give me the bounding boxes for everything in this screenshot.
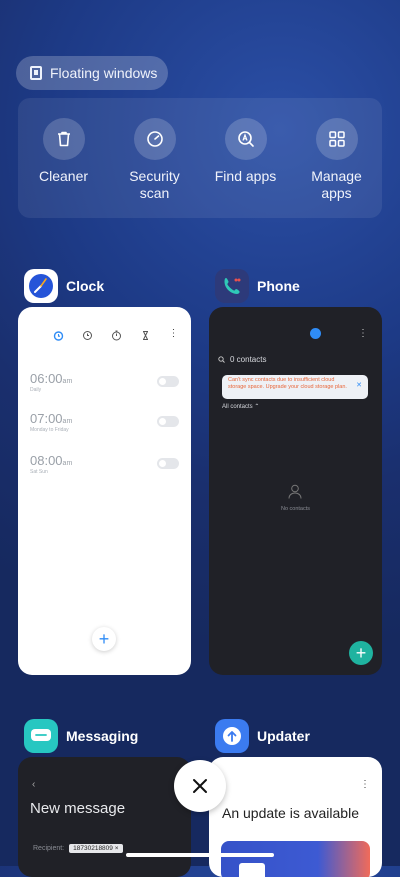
all-contacts-filter[interactable]: All contacts ⌃: [222, 403, 259, 410]
manage-apps-button[interactable]: Manage apps: [293, 98, 381, 218]
phone-app-icon: [215, 269, 249, 303]
clock-app-icon: [24, 269, 58, 303]
shield-scan-icon: [133, 118, 176, 160]
find-apps-icon: [224, 118, 267, 160]
messaging-app-card[interactable]: ‹ New message Recipient: 18730218809 ×: [18, 757, 191, 877]
alarm-row[interactable]: 06:00am Daily: [30, 371, 72, 393]
phone-app-name: Phone: [257, 278, 300, 294]
grid-icon: [315, 118, 358, 160]
floating-windows-label: Floating windows: [50, 65, 158, 81]
updater-app-card[interactable]: ⋮ An update is available: [209, 757, 382, 877]
manage-apps-label: Manage apps: [311, 168, 362, 201]
empty-contacts-text: No contacts: [280, 506, 311, 512]
recipient-chip[interactable]: 18730218809 ×: [69, 844, 123, 853]
messaging-app-name: Messaging: [66, 728, 139, 744]
sync-warning-banner: Can't sync contacts due to insufficient …: [222, 375, 368, 399]
alarm-tab-icon[interactable]: [53, 328, 64, 346]
phone-app-card[interactable]: ⋮ 0 contacts Can't sync contacts due to …: [209, 307, 382, 675]
updater-app-name: Updater: [257, 728, 310, 744]
alarm-toggle[interactable]: [157, 458, 179, 469]
messaging-app-header[interactable]: Messaging: [24, 719, 138, 753]
close-icon: [193, 779, 207, 793]
floating-window-icon: [30, 66, 42, 80]
updater-app-icon: [215, 719, 249, 753]
updater-more-icon[interactable]: ⋮: [360, 779, 370, 790]
update-banner-image: [221, 841, 370, 877]
world-clock-tab-icon[interactable]: [82, 328, 93, 346]
security-scan-button[interactable]: Security scan: [111, 98, 199, 218]
clock-tab-bar: ⋮: [18, 328, 191, 346]
messaging-app-icon: [24, 719, 58, 753]
find-apps-button[interactable]: Find apps: [202, 98, 290, 218]
find-apps-label: Find apps: [214, 168, 277, 184]
phone-more-icon[interactable]: ⋮: [358, 328, 368, 339]
cleaner-label: Cleaner: [38, 168, 89, 184]
contacts-search[interactable]: 0 contacts: [218, 355, 266, 364]
back-arrow-icon[interactable]: ‹: [32, 779, 35, 790]
home-indicator[interactable]: [126, 853, 274, 857]
security-scan-label: Security scan: [129, 168, 180, 201]
recipient-row[interactable]: Recipient: 18730218809 ×: [33, 844, 123, 853]
clock-more-icon[interactable]: ⋮: [169, 328, 179, 346]
person-icon: [288, 484, 302, 504]
alarm-row[interactable]: 08:00am Sat Sun: [30, 453, 72, 475]
contacts-count: 0 contacts: [230, 355, 267, 364]
timer-tab-icon[interactable]: [140, 328, 151, 346]
contacts-tab-icon[interactable]: [310, 328, 321, 339]
new-message-title: New message: [30, 800, 126, 817]
clock-app-header[interactable]: Clock: [24, 269, 104, 303]
quick-tools-panel: Cleaner Security scan Find apps Manage a…: [18, 98, 382, 218]
clock-app-card[interactable]: ⋮ 06:00am Daily 07:00am Monday to Friday…: [18, 307, 191, 675]
update-available-title: An update is available: [222, 805, 359, 821]
sync-warning-text: Can't sync contacts due to insufficient …: [228, 377, 347, 390]
recipient-label: Recipient:: [33, 845, 65, 852]
clock-app-name: Clock: [66, 278, 105, 294]
alarm-toggle[interactable]: [157, 416, 179, 427]
add-contact-button[interactable]: +: [349, 641, 373, 665]
search-icon: [218, 356, 225, 363]
clear-all-button[interactable]: [174, 760, 226, 812]
cleaner-button[interactable]: Cleaner: [20, 98, 108, 218]
stopwatch-tab-icon[interactable]: [111, 328, 122, 346]
phone-app-header[interactable]: Phone: [215, 269, 300, 303]
floating-windows-button[interactable]: Floating windows: [16, 56, 168, 90]
alarm-row[interactable]: 07:00am Monday to Friday: [30, 411, 72, 433]
close-icon[interactable]: ✕: [356, 382, 362, 389]
alarm-toggle[interactable]: [157, 376, 179, 387]
updater-app-header[interactable]: Updater: [215, 719, 310, 753]
add-alarm-button[interactable]: +: [92, 627, 116, 651]
trash-icon: [42, 118, 85, 160]
